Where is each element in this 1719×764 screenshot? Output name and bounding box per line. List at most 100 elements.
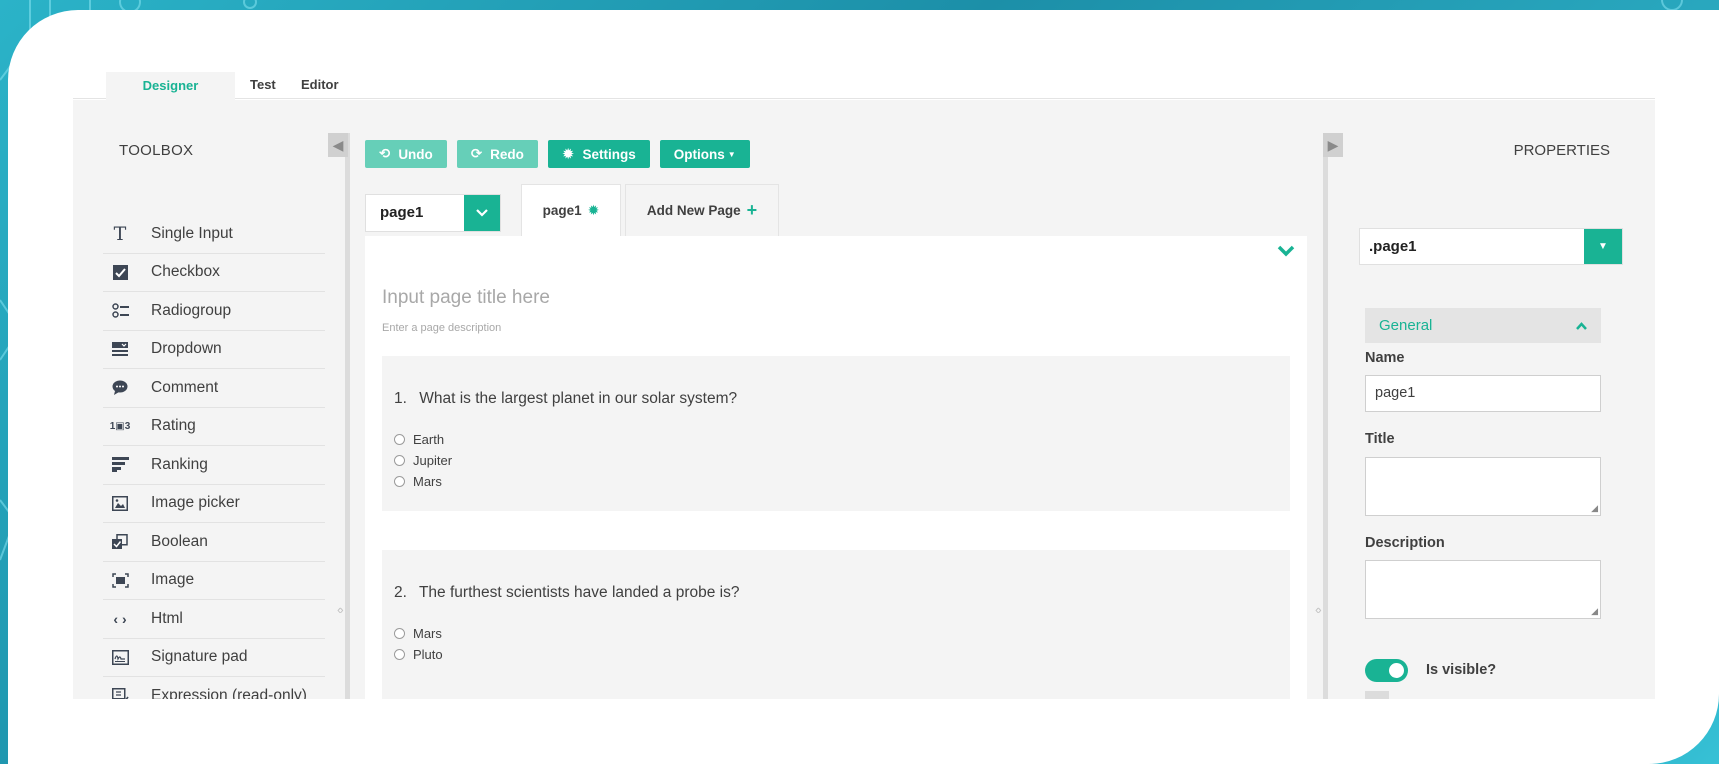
signature-icon xyxy=(108,645,132,669)
is-visible-label: Is visible? xyxy=(1426,662,1497,678)
collapse-toolbox-handle[interactable]: ◀ xyxy=(328,133,348,157)
design-surface: Input page title here Enter a page descr… xyxy=(365,236,1307,699)
right-splitter[interactable] xyxy=(1323,133,1328,699)
toolbox-item-checkbox[interactable]: Checkbox xyxy=(103,254,325,292)
choice-label: Mars xyxy=(413,474,442,489)
rating-icon: 1▣3 xyxy=(109,420,131,432)
toolbox-item-html[interactable]: ‹ › Html xyxy=(103,600,325,639)
page-tab-page1[interactable]: page1 ✹ xyxy=(521,184,621,236)
radio-button[interactable] xyxy=(394,455,405,466)
name-field[interactable]: page1 xyxy=(1365,375,1601,412)
title-textarea[interactable]: ◢ xyxy=(1365,457,1601,516)
redo-icon: ⟳ xyxy=(470,146,483,161)
chevron-up-icon xyxy=(1576,317,1587,334)
question-number: 2. xyxy=(394,584,407,601)
toolbox-item-boolean[interactable]: Boolean xyxy=(103,523,325,562)
caret-down-icon: ▼ xyxy=(727,149,736,159)
toolbox-item-image-picker[interactable]: Image picker xyxy=(103,485,325,523)
toolbox-item-label: Rating xyxy=(151,417,196,435)
add-new-page-tab[interactable]: Add New Page + xyxy=(625,184,779,236)
choice-item[interactable]: Jupiter xyxy=(394,453,452,468)
toolbox-item-ranking[interactable]: Ranking xyxy=(103,446,325,485)
question-number: 1. xyxy=(394,390,407,407)
question-title[interactable]: 1. What is the largest planet in our sol… xyxy=(394,390,737,408)
gear-icon: ✹ xyxy=(561,146,575,163)
tab-editor[interactable]: Editor xyxy=(301,72,339,100)
undo-label: Undo xyxy=(398,146,433,162)
plus-icon: + xyxy=(746,200,758,220)
collapse-properties-handle[interactable]: ▶ xyxy=(1323,133,1343,157)
properties-title: PROPERTIES xyxy=(1513,142,1610,159)
page-tab-label: page1 xyxy=(542,203,582,218)
toolbox-item-expression[interactable]: Expression (read-only) xyxy=(103,677,325,699)
radio-button[interactable] xyxy=(394,649,405,660)
radio-button[interactable] xyxy=(394,476,405,487)
toolbox-item-label: Image picker xyxy=(151,494,240,512)
page-title-input[interactable]: Input page title here xyxy=(382,287,550,309)
choice-item[interactable]: Mars xyxy=(394,626,442,641)
gear-icon[interactable]: ✹ xyxy=(588,202,600,219)
workspace: TOOLBOX T Single Input Checkbox Radiogro… xyxy=(73,100,1655,699)
toolbox-item-radiogroup[interactable]: Radiogroup xyxy=(103,292,325,331)
undo-icon: ⟲ xyxy=(379,146,391,161)
page-select[interactable]: page1 xyxy=(365,194,501,232)
choice-item[interactable]: Earth xyxy=(394,432,444,447)
is-visible-toggle[interactable] xyxy=(1365,659,1408,682)
tab-designer[interactable]: Designer xyxy=(106,72,235,100)
next-checkbox[interactable] xyxy=(1365,691,1389,699)
toolbox-item-label: Checkbox xyxy=(151,263,220,281)
tab-test[interactable]: Test xyxy=(250,72,276,100)
toolbox-list: T Single Input Checkbox Radiogroup Dropd… xyxy=(103,215,325,699)
toolbox-item-image[interactable]: Image xyxy=(103,562,325,600)
toolbox-item-signature-pad[interactable]: Signature pad xyxy=(103,639,325,677)
toggle-knob xyxy=(1389,663,1404,678)
object-select-value: .page1 xyxy=(1369,238,1417,255)
question-title[interactable]: 2. The furthest scientists have landed a… xyxy=(394,584,740,602)
chevron-down-icon[interactable] xyxy=(464,195,500,231)
radio-button[interactable] xyxy=(394,628,405,639)
chevron-down-icon[interactable] xyxy=(1277,244,1295,262)
description-textarea[interactable]: ◢ xyxy=(1365,560,1601,619)
choice-label: Earth xyxy=(413,432,445,447)
choice-item[interactable]: Pluto xyxy=(394,647,443,662)
top-tabs: Designer Test Editor xyxy=(73,72,1655,100)
question-text: The furthest scientists have landed a pr… xyxy=(418,584,740,601)
radio-button[interactable] xyxy=(394,434,405,445)
redo-button[interactable]: ⟳ Redo xyxy=(456,140,538,168)
redo-label: Redo xyxy=(490,146,524,162)
undo-button[interactable]: ⟲ Undo xyxy=(365,140,447,168)
page-description-input[interactable]: Enter a page description xyxy=(382,322,501,334)
choice-label: Mars xyxy=(413,626,442,641)
dropdown-icon xyxy=(108,337,132,361)
comment-icon xyxy=(108,376,132,400)
image-icon xyxy=(108,568,132,592)
toolbox-item-single-input[interactable]: T Single Input xyxy=(103,215,325,254)
text-icon: T xyxy=(113,222,127,245)
choice-label: Pluto xyxy=(413,647,443,662)
caret-down-icon[interactable]: ▼ xyxy=(1584,229,1622,264)
choice-label: Jupiter xyxy=(413,453,453,468)
choice-item[interactable]: Mars xyxy=(394,474,442,489)
toolbox-item-label: Signature pad xyxy=(151,648,248,666)
resize-arrows-icon: ‹› xyxy=(1315,602,1322,617)
page-select-value: page1 xyxy=(380,204,424,221)
toolbox-item-label: Single Input xyxy=(151,224,233,242)
question-card[interactable]: 2. The furthest scientists have landed a… xyxy=(382,550,1290,699)
left-splitter[interactable] xyxy=(345,133,350,699)
toolbox-item-label: Radiogroup xyxy=(151,301,232,319)
options-button[interactable]: Options ▼ xyxy=(659,140,750,168)
settings-label: Settings xyxy=(582,146,636,162)
survey-creator: Designer Test Editor TOOLBOX T Single In… xyxy=(73,72,1655,699)
html-icon: ‹ › xyxy=(113,610,127,627)
object-select[interactable]: .page1 ▼ xyxy=(1359,228,1623,265)
settings-button[interactable]: ✹ Settings xyxy=(547,140,650,168)
toolbox-item-dropdown[interactable]: Dropdown xyxy=(103,331,325,369)
options-label: Options xyxy=(673,146,725,162)
resize-grip-icon[interactable]: ◢ xyxy=(1591,607,1598,616)
section-general[interactable]: General xyxy=(1365,308,1601,343)
toolbox-item-comment[interactable]: Comment xyxy=(103,369,325,408)
question-card[interactable]: 1. What is the largest planet in our sol… xyxy=(382,356,1290,511)
toolbox-item-rating[interactable]: 1▣3 Rating xyxy=(103,408,325,446)
add-page-label: Add New Page xyxy=(646,203,741,218)
resize-grip-icon[interactable]: ◢ xyxy=(1591,504,1598,513)
